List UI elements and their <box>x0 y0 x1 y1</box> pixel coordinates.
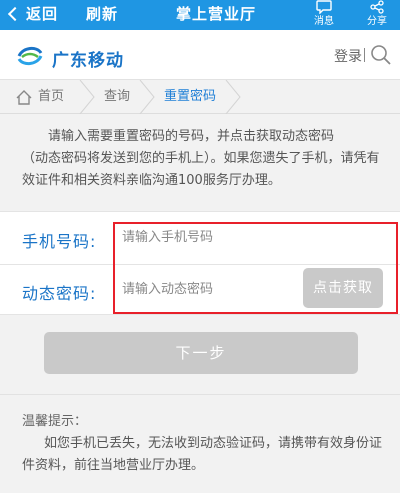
china-mobile-logo <box>16 44 44 68</box>
chevron-right-icon <box>225 80 241 114</box>
divider <box>364 48 365 62</box>
chevron-right-icon <box>79 80 95 114</box>
instructions-line-1: 请输入需要重置密码的号码，并点击获取动态密码 <box>48 129 335 144</box>
phone-label: 手机号码: <box>22 232 97 251</box>
share-label: 分享 <box>367 16 387 27</box>
next-button[interactable]: 下一步 <box>44 332 358 374</box>
share-button[interactable]: 分享 <box>357 0 397 30</box>
message-icon <box>304 0 344 16</box>
instructions: 请输入需要重置密码的号码，并点击获取动态密码 （动态密码将发送到您的手机上）。如… <box>22 126 388 192</box>
refresh-button[interactable]: 刷新 <box>86 3 118 24</box>
divider <box>0 394 400 395</box>
share-icon <box>357 0 397 16</box>
app-title: 掌上营业厅 <box>176 5 257 23</box>
breadcrumb: 首页 查询 重置密码 <box>0 80 400 114</box>
tips-title: 温馨提示： <box>22 414 88 429</box>
back-button[interactable]: 返回 <box>6 3 58 24</box>
app-bar: 返回 刷新 掌上营业厅 消息 分享 <box>0 0 400 30</box>
home-icon <box>16 89 32 105</box>
code-label: 动态密码: <box>22 284 97 303</box>
get-code-button[interactable]: 点击获取 <box>303 268 383 308</box>
message-label: 消息 <box>314 16 334 27</box>
login-link[interactable]: 登录 <box>334 46 362 66</box>
tips-body: 如您手机已丢失，无法收到动态验证码，请携带有效身份证件资料，前往当地营业厅办理。 <box>22 436 383 473</box>
code-input[interactable] <box>122 274 292 304</box>
back-label: 返回 <box>26 5 59 23</box>
breadcrumb-home-label: 首页 <box>38 89 65 104</box>
message-button[interactable]: 消息 <box>304 0 344 30</box>
breadcrumb-reset-password: 重置密码 <box>164 89 217 104</box>
brand-name: 广东移动 <box>52 51 124 71</box>
search-icon[interactable] <box>370 44 392 66</box>
breadcrumb-query[interactable]: 查询 <box>104 80 130 114</box>
divider <box>0 264 400 265</box>
chevron-left-icon <box>7 6 23 21</box>
breadcrumb-home[interactable]: 首页 <box>16 80 64 114</box>
phone-input[interactable] <box>122 222 392 252</box>
brand-bar: 广东移动 登录 <box>0 30 400 80</box>
instructions-line-2: （动态密码将发送到您的手机上）。如果您遗失了手机，请凭有效证件和相关资料亲临沟通… <box>22 151 380 188</box>
reset-form: 手机号码: 动态密码: 点击获取 <box>0 211 400 315</box>
chevron-right-icon <box>139 80 155 114</box>
